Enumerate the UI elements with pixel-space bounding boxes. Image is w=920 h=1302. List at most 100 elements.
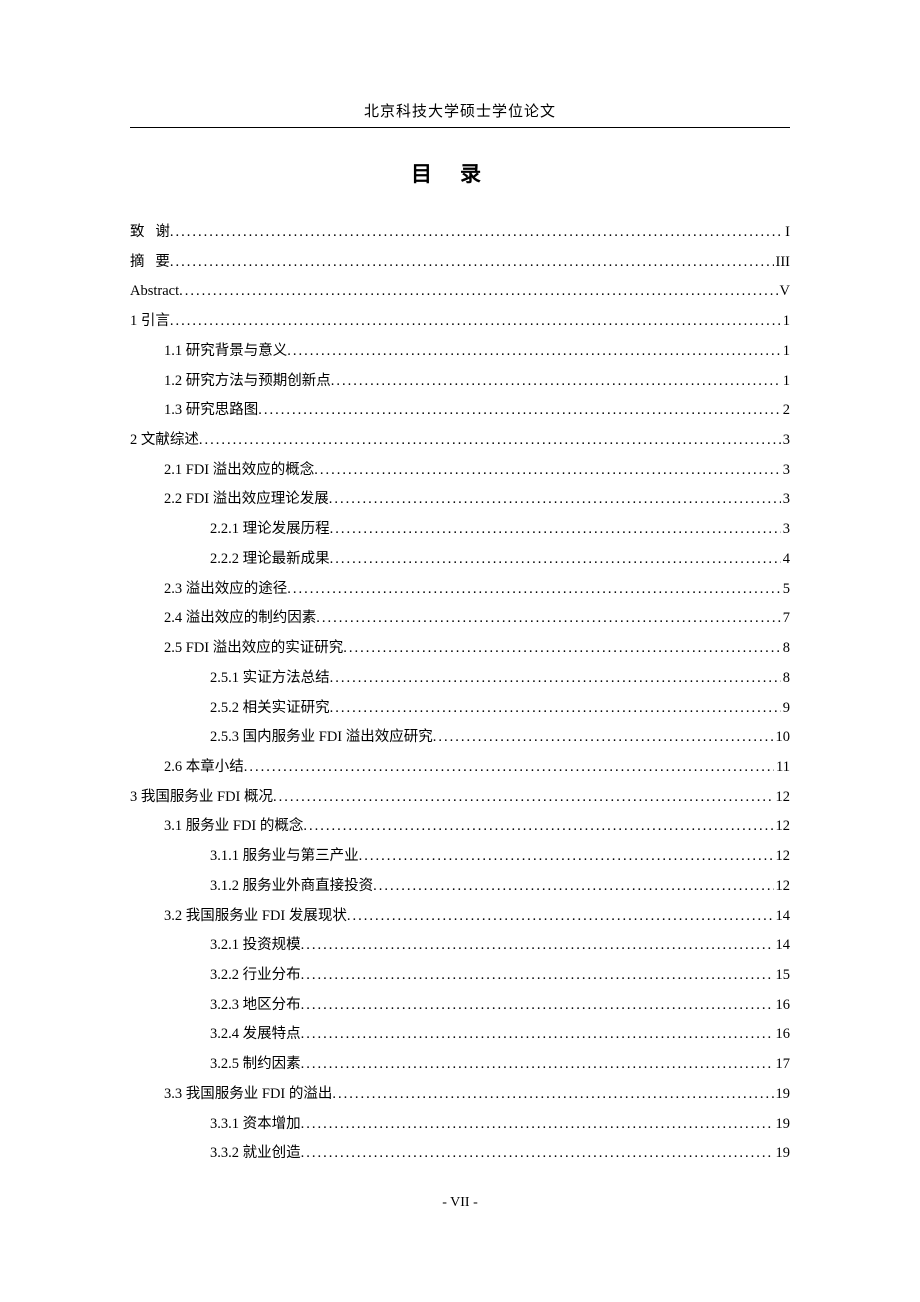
toc-leader-dots [303, 812, 773, 842]
toc-entry-label: Abstract [130, 277, 179, 307]
toc-leader-dots [301, 1020, 774, 1050]
toc-entry[interactable]: 2.3 溢出效应的途径5 [130, 575, 790, 605]
toc-entry-label: 3.3.2 就业创造 [210, 1139, 301, 1169]
toc-leader-dots [301, 931, 774, 961]
toc-entry[interactable]: 1.2 研究方法与预期创新点1 [130, 367, 790, 397]
toc-entry-label: 2.6 本章小结 [164, 753, 244, 783]
toc-entry-page: 3 [781, 456, 790, 486]
toc-entry-label: 2.2 FDI 溢出效应理论发展 [164, 485, 329, 515]
toc-leader-dots [343, 634, 781, 664]
toc-entry[interactable]: Abstract V [130, 277, 790, 307]
toc-entry-page: 16 [774, 991, 791, 1021]
toc-entry[interactable]: 2 文献综述 3 [130, 426, 790, 456]
toc-entry-label: 2.4 溢出效应的制约因素 [164, 604, 316, 634]
toc-entry[interactable]: 3.2.5 制约因素 17 [130, 1050, 790, 1080]
toc-entry[interactable]: 2.5.3 国内服务业 FDI 溢出效应研究10 [130, 723, 790, 753]
toc-entry[interactable]: 2.5.1 实证方法总结 8 [130, 664, 790, 694]
toc-leader-dots [433, 723, 774, 753]
toc-leader-dots [330, 664, 781, 694]
toc-entry-page: 1 [781, 307, 790, 337]
toc-entry[interactable]: 2.5.2 相关实证研究 9 [130, 694, 790, 724]
toc-entry-label: 3.3.1 资本增加 [210, 1110, 301, 1140]
toc-leader-dots [170, 307, 781, 337]
toc-entry[interactable]: 3.2 我国服务业 FDI 发展现状 14 [130, 902, 790, 932]
toc-entry-label: 2.1 FDI 溢出效应的概念 [164, 456, 314, 486]
toc-entry-page: I [783, 218, 790, 248]
toc-entry[interactable]: 2.2.2 理论最新成果4 [130, 545, 790, 575]
toc-entry[interactable]: 3.2.1 投资规模14 [130, 931, 790, 961]
toc-entry[interactable]: 1.3 研究思路图2 [130, 396, 790, 426]
toc-entry-page: 19 [774, 1139, 791, 1169]
toc-leader-dots [287, 575, 781, 605]
toc-leader-dots [331, 367, 781, 397]
toc-leader-dots [373, 872, 773, 902]
toc-entry-page: 5 [781, 575, 790, 605]
toc-entry[interactable]: 摘 要 III [130, 248, 790, 278]
toc-entry-label: 3.1.2 服务业外商直接投资 [210, 872, 373, 902]
toc-leader-dots [170, 248, 774, 278]
toc-entry-page: 11 [774, 753, 790, 783]
toc-entry[interactable]: 3.3 我国服务业 FDI 的溢出19 [130, 1080, 790, 1110]
toc-entry-label: 2.5 FDI 溢出效应的实证研究 [164, 634, 343, 664]
toc-entry-label: 3.2.3 地区分布 [210, 991, 301, 1021]
toc-entry-label: 2.5.3 国内服务业 FDI 溢出效应研究 [210, 723, 433, 753]
toc-entry-page: 12 [774, 872, 791, 902]
toc-entry-label: 2.2.1 理论发展历程 [210, 515, 330, 545]
toc-entry[interactable]: 1.1 研究背景与意义1 [130, 337, 790, 367]
toc-entry[interactable]: 3.3.2 就业创造 19 [130, 1139, 790, 1169]
toc-entry[interactable]: 3.3.1 资本增加19 [130, 1110, 790, 1140]
toc-leader-dots [301, 1050, 774, 1080]
toc-entry[interactable]: 2.6 本章小结 11 [130, 753, 790, 783]
toc-leader-dots [359, 842, 774, 872]
toc-entry-page: 8 [781, 664, 790, 694]
toc-leader-dots [301, 1110, 774, 1140]
toc-leader-dots [314, 456, 781, 486]
toc-leader-dots [287, 337, 781, 367]
toc-entry-label: 2.5.2 相关实证研究 [210, 694, 330, 724]
toc-entry[interactable]: 3.2.2 行业分布15 [130, 961, 790, 991]
toc-entry-label: 2 文献综述 [130, 426, 199, 456]
toc-entry-page: 9 [781, 694, 790, 724]
toc-entry-page: III [774, 248, 791, 278]
toc-entry-label: 3.2.5 制约因素 [210, 1050, 301, 1080]
toc-entry-page: 12 [774, 812, 791, 842]
page-footer: - VII - [130, 1195, 790, 1211]
toc-leader-dots [258, 396, 781, 426]
toc-entry[interactable]: 2.2 FDI 溢出效应理论发展3 [130, 485, 790, 515]
toc-entry[interactable]: 2.5 FDI 溢出效应的实证研究8 [130, 634, 790, 664]
toc-entry-page: 2 [781, 396, 790, 426]
toc-entry-page: 12 [774, 842, 791, 872]
toc-entry-label: 3.2.1 投资规模 [210, 931, 301, 961]
toc-leader-dots [347, 902, 774, 932]
toc-entry[interactable]: 2.1 FDI 溢出效应的概念 3 [130, 456, 790, 486]
toc-leader-dots [330, 545, 781, 575]
toc-entry[interactable]: 3 我国服务业 FDI 概况12 [130, 783, 790, 813]
toc-leader-dots [170, 218, 783, 248]
toc-entry[interactable]: 3.2.4 发展特点16 [130, 1020, 790, 1050]
toc-entry-label: 致 谢 [130, 218, 170, 248]
toc-list: 致 谢I摘 要IIIAbstractV1 引言11.1 研究背景与意义11.2 … [130, 218, 790, 1169]
document-page: 北京科技大学硕士学位论文 目录 致 谢I摘 要IIIAbstractV1 引言1… [0, 0, 920, 1261]
toc-entry[interactable]: 2.4 溢出效应的制约因素7 [130, 604, 790, 634]
toc-entry[interactable]: 1 引言1 [130, 307, 790, 337]
toc-entry[interactable]: 3.1.1 服务业与第三产业12 [130, 842, 790, 872]
toc-entry[interactable]: 3.1.2 服务业外商直接投资 12 [130, 872, 790, 902]
toc-entry[interactable]: 3.1 服务业 FDI 的概念12 [130, 812, 790, 842]
toc-entry-label: 1.1 研究背景与意义 [164, 337, 287, 367]
toc-leader-dots [179, 277, 777, 307]
toc-entry-page: 4 [781, 545, 790, 575]
toc-entry[interactable]: 3.2.3 地区分布 16 [130, 991, 790, 1021]
toc-entry-page: 17 [774, 1050, 791, 1080]
toc-entry-label: 2.5.1 实证方法总结 [210, 664, 330, 694]
toc-entry[interactable]: 2.2.1 理论发展历程3 [130, 515, 790, 545]
toc-entry-page: 12 [774, 783, 791, 813]
toc-entry-page: V [778, 277, 790, 307]
toc-leader-dots [301, 991, 774, 1021]
toc-entry-page: 14 [774, 902, 791, 932]
toc-entry-label: 3.3 我国服务业 FDI 的溢出 [164, 1080, 332, 1110]
toc-entry-label: 摘 要 [130, 248, 170, 278]
toc-leader-dots [244, 753, 774, 783]
toc-entry-label: 3.2 我国服务业 FDI 发展现状 [164, 902, 347, 932]
toc-entry[interactable]: 致 谢I [130, 218, 790, 248]
toc-entry-page: 3 [781, 426, 790, 456]
